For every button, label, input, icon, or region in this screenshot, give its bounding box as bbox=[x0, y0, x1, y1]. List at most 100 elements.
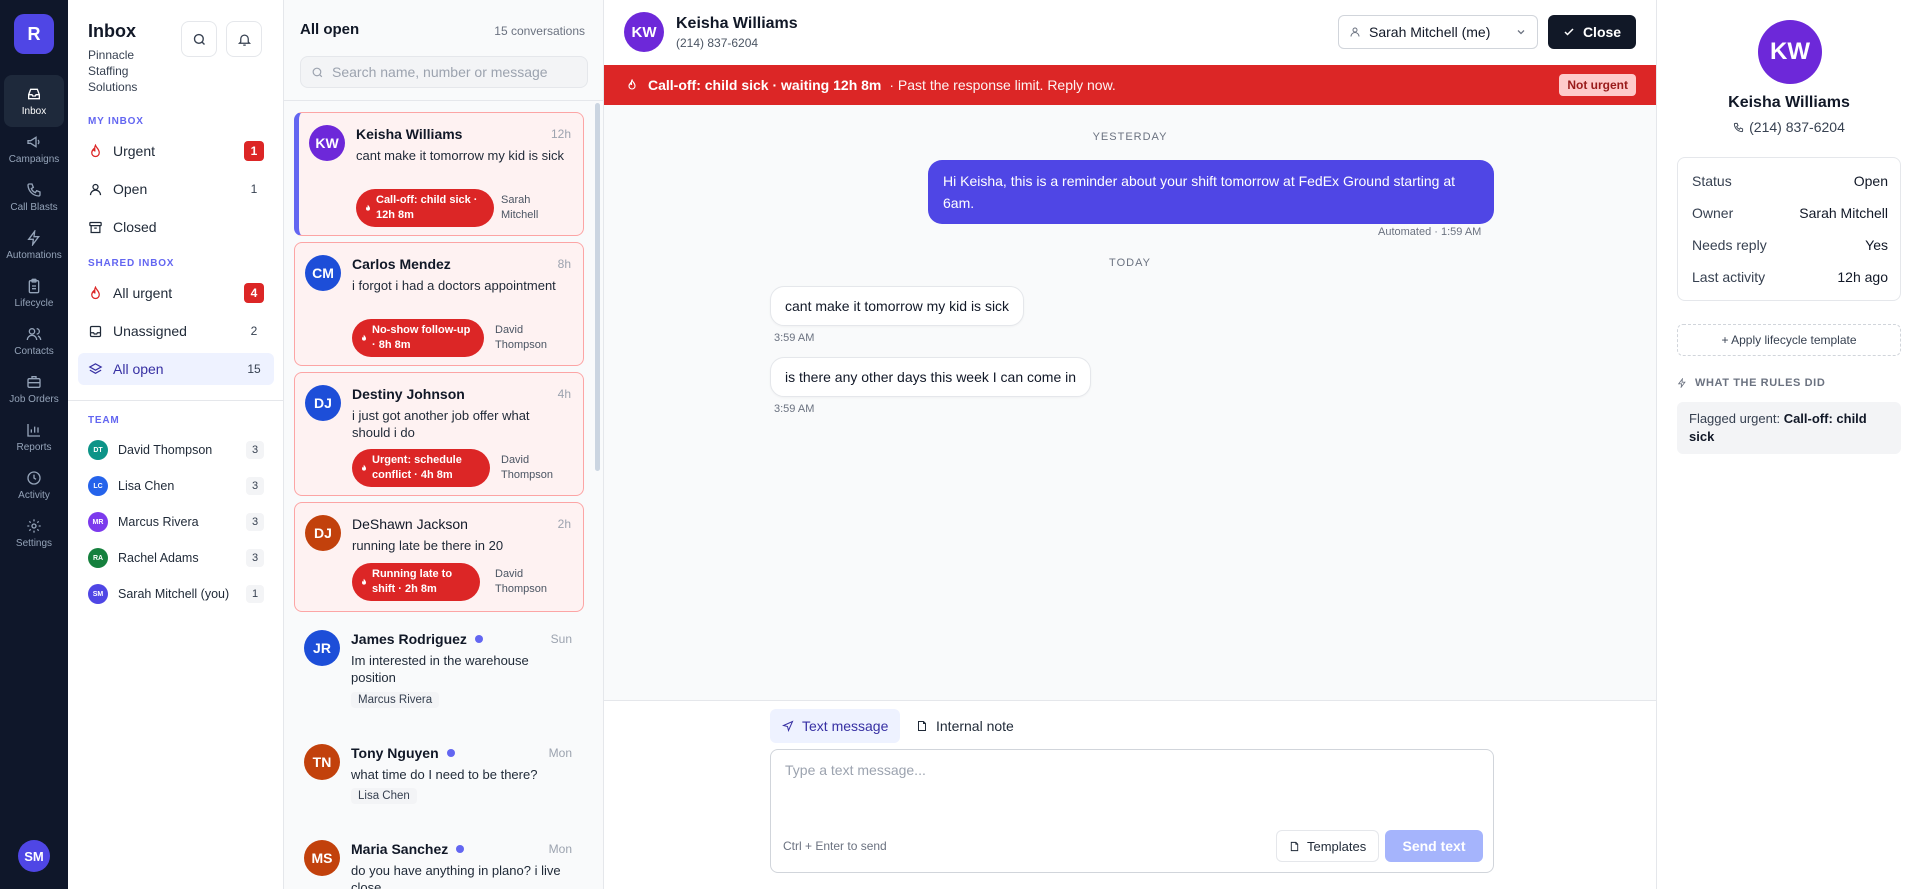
tab-text-message[interactable]: Text message bbox=[770, 709, 901, 743]
rail-item-reports[interactable]: Reports bbox=[4, 411, 64, 463]
nav-title: Inbox bbox=[88, 21, 136, 41]
count-badge: 1 bbox=[250, 182, 258, 196]
nav-item-open[interactable]: Open 1 bbox=[78, 173, 274, 205]
avatar: CM bbox=[305, 255, 341, 291]
contact-name: Destiny Johnson bbox=[352, 386, 465, 402]
contact-name-text: Carlos Mendez bbox=[352, 256, 451, 272]
rail-item-label: Campaigns bbox=[8, 153, 60, 165]
search-input[interactable] bbox=[332, 64, 572, 80]
alert-subtitle: · Past the response limit. Reply now. bbox=[889, 77, 1116, 93]
rail-item-label: Job Orders bbox=[9, 393, 59, 405]
rail-item-contacts[interactable]: Contacts bbox=[4, 315, 64, 367]
rail-item-call-blasts[interactable]: Call Blasts bbox=[4, 171, 64, 223]
app-rail: R Inbox Campaigns Call Blasts Automation… bbox=[0, 0, 68, 889]
message-time: 3:59 AM bbox=[774, 403, 815, 415]
rail-item-lifecycle[interactable]: Lifecycle bbox=[4, 267, 64, 319]
assignee-dropdown[interactable]: Sarah Mitchell (me) bbox=[1338, 15, 1538, 49]
conversation-item[interactable]: CM Carlos Mendez 8h i forgot i had a doc… bbox=[294, 242, 584, 366]
tray-icon bbox=[89, 325, 102, 337]
search-button[interactable] bbox=[181, 21, 217, 57]
nav-item-label: All urgent bbox=[113, 285, 173, 301]
detail-value: 12h ago bbox=[1837, 269, 1888, 285]
flame-icon bbox=[628, 79, 636, 90]
message-composer: Text message Internal note Ctrl + Enter … bbox=[604, 700, 1656, 889]
avatar: MR bbox=[88, 512, 108, 532]
conversation-item[interactable]: KW Keisha Williams 12h cant make it tomo… bbox=[294, 112, 584, 236]
flame-icon bbox=[362, 334, 366, 341]
templates-button[interactable]: Templates bbox=[1276, 830, 1380, 862]
urgent-tag-text: Running late to shift · 2h 8m bbox=[372, 568, 453, 595]
contact-phone: (214) 837-6204 bbox=[676, 36, 759, 50]
urgent-tag: Call-off: child sick · 12h 8m bbox=[356, 189, 494, 227]
search-icon bbox=[193, 33, 205, 45]
rail-item-label: Reports bbox=[16, 441, 52, 453]
conversation-item[interactable]: TN Tony Nguyen Mon what time do I need t… bbox=[294, 732, 584, 818]
app-logo[interactable]: R bbox=[14, 14, 54, 54]
rail-item-settings[interactable]: Settings bbox=[4, 507, 64, 559]
detail-value: Sarah Mitchell bbox=[1799, 205, 1888, 221]
templates-label: Templates bbox=[1307, 838, 1367, 854]
avatar: KW bbox=[309, 125, 345, 161]
tab-label: Internal note bbox=[936, 718, 1014, 734]
conversation-item[interactable]: DJ DeShawn Jackson 2h running late be th… bbox=[294, 502, 584, 612]
search-icon bbox=[312, 67, 323, 77]
rail-item-activity[interactable]: Activity bbox=[4, 459, 64, 511]
team-member-name: Marcus Rivera bbox=[118, 515, 199, 529]
message-input[interactable] bbox=[785, 762, 1475, 812]
rail-item-label: Activity bbox=[18, 489, 50, 501]
incoming-message: cant make it tomorrow my kid is sick bbox=[770, 286, 1025, 326]
nav-item-closed[interactable]: Closed bbox=[78, 211, 274, 243]
send-text-button[interactable]: Send text bbox=[1385, 830, 1483, 862]
urgent-tag-text: Call-off: child sick · 12h 8m bbox=[376, 194, 478, 221]
team-member-david-thompson[interactable]: DT David Thompson 3 bbox=[88, 436, 264, 464]
outgoing-message: Hi Keisha, this is a reminder about your… bbox=[928, 160, 1494, 224]
incoming-message: is there any other days this week I can … bbox=[770, 357, 1092, 397]
team-member-rachel-adams[interactable]: RA Rachel Adams 3 bbox=[88, 544, 264, 572]
flame-icon bbox=[362, 464, 366, 471]
tab-label: Text message bbox=[802, 718, 889, 734]
nav-item-unassigned[interactable]: Unassigned 2 bbox=[78, 315, 274, 347]
conversation-item[interactable]: JR James Rodriguez Sun Im interested in … bbox=[294, 618, 584, 714]
conversation-item[interactable]: MS Maria Sanchez Mon do you have anythin… bbox=[294, 828, 584, 889]
close-conversation-button[interactable]: Close bbox=[1548, 15, 1636, 49]
layers-icon bbox=[88, 362, 103, 374]
avatar: TN bbox=[304, 744, 340, 780]
urgent-tag: Running late to shift · 2h 8m bbox=[352, 563, 480, 601]
rail-item-campaigns[interactable]: Campaigns bbox=[4, 123, 64, 175]
message-preview: what time do I need to be there? bbox=[351, 767, 538, 782]
apply-lifecycle-template-button[interactable]: + Apply lifecycle template bbox=[1677, 324, 1901, 356]
conversation-view: KW Keisha Williams (214) 837-6204 Sarah … bbox=[604, 0, 1656, 889]
team-member-marcus-rivera[interactable]: MR Marcus Rivera 3 bbox=[88, 508, 264, 536]
team-member-lisa-chen[interactable]: LC Lisa Chen 3 bbox=[88, 472, 264, 500]
conversation-time: 4h bbox=[557, 387, 571, 401]
owner-name: Sarah Mitchell bbox=[501, 194, 539, 221]
nav-item-urgent[interactable]: Urgent 1 bbox=[78, 135, 274, 167]
conversation-item[interactable]: DJ Destiny Johnson 4h i just got another… bbox=[294, 372, 584, 496]
rail-item-automations[interactable]: Automations bbox=[4, 219, 64, 271]
assignee-label: Sarah Mitchell (me) bbox=[1369, 24, 1491, 40]
nav-item-all-urgent[interactable]: All urgent 4 bbox=[78, 277, 274, 309]
org-name: Pinnacle Staffing Solutions bbox=[88, 48, 138, 94]
tab-internal-note[interactable]: Internal note bbox=[904, 709, 1026, 743]
nav-item-all-open[interactable]: All open 15 bbox=[78, 353, 274, 385]
rail-item-inbox[interactable]: Inbox bbox=[4, 75, 64, 127]
list-scrollbar[interactable] bbox=[595, 103, 600, 471]
list-title: All open bbox=[300, 21, 360, 38]
urgent-tag: Urgent: schedule conflict · 4h 8m bbox=[352, 449, 490, 487]
rail-item-job-orders[interactable]: Job Orders bbox=[4, 363, 64, 415]
urgent-tag-text: No-show follow-up · 8h 8m bbox=[372, 324, 471, 351]
not-urgent-button[interactable]: Not urgent bbox=[1559, 74, 1636, 96]
avatar: RA bbox=[88, 548, 108, 568]
team-member-sarah-mitchell[interactable]: SM Sarah Mitchell (you) 1 bbox=[88, 580, 264, 608]
owner-name: David Thompson bbox=[501, 454, 553, 481]
gear-icon bbox=[27, 518, 41, 533]
contact-name: Keisha Williams bbox=[676, 15, 798, 32]
avatar: DJ bbox=[305, 385, 341, 421]
detail-key: Needs reply bbox=[1692, 237, 1767, 253]
user-avatar[interactable]: SM bbox=[18, 840, 50, 872]
nav-divider bbox=[68, 400, 284, 401]
notifications-button[interactable] bbox=[226, 21, 262, 57]
owner-name: David Thompson bbox=[495, 568, 547, 595]
search-box bbox=[300, 56, 588, 88]
rail-item-label: Call Blasts bbox=[10, 201, 58, 213]
